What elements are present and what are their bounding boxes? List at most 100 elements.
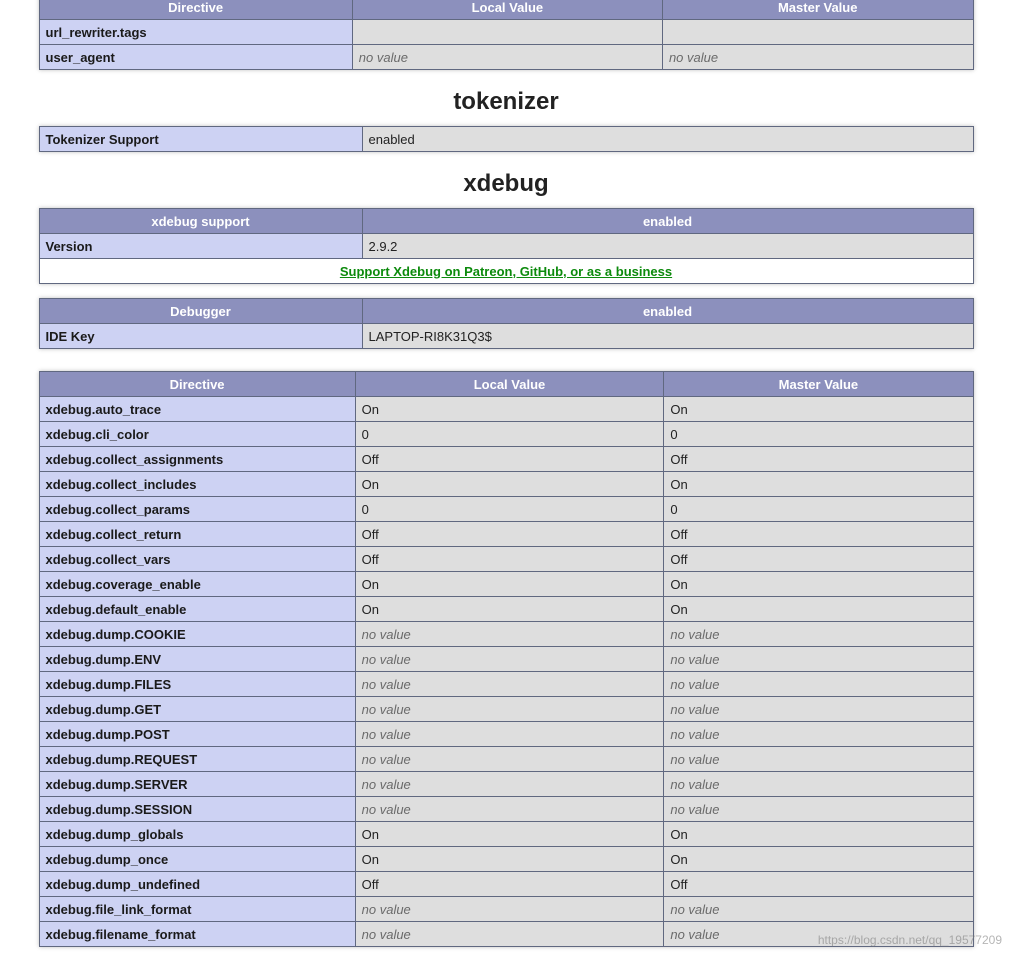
local-value-cell: On xyxy=(355,397,664,422)
local-value-cell: On xyxy=(355,847,664,872)
col-local: Local Value xyxy=(352,0,662,20)
directive-cell: user_agent xyxy=(39,45,352,70)
table-row: xdebug.collect_assignmentsOffOff xyxy=(39,447,973,472)
directive-cell: xdebug.collect_params xyxy=(39,497,355,522)
directive-cell: url_rewriter.tags xyxy=(39,20,352,45)
table-row: xdebug.collect_includesOnOn xyxy=(39,472,973,497)
directive-cell: xdebug.default_enable xyxy=(39,597,355,622)
local-value-cell: Off xyxy=(355,447,664,472)
directive-cell: xdebug.filename_format xyxy=(39,922,355,947)
table-row: xdebug.dump_undefinedOffOff xyxy=(39,872,973,897)
local-value-cell: no value xyxy=(352,45,662,70)
master-value-cell: no value xyxy=(664,922,973,947)
master-value-cell: no value xyxy=(664,897,973,922)
table-row: Tokenizer Supportenabled xyxy=(39,127,973,152)
table-row: xdebug.cli_color00 xyxy=(39,422,973,447)
table-row: Version2.9.2 xyxy=(39,234,973,259)
local-value-cell: no value xyxy=(355,797,664,822)
support-link-row: Support Xdebug on Patreon, GitHub, or as… xyxy=(39,259,973,284)
col-master: Master Value xyxy=(664,372,973,397)
table-row: xdebug.dump.POSTno valueno value xyxy=(39,722,973,747)
col-xdebug-enabled: enabled xyxy=(362,209,973,234)
master-value-cell: no value xyxy=(664,772,973,797)
local-value-cell: 0 xyxy=(355,497,664,522)
directive-cell: xdebug.dump.POST xyxy=(39,722,355,747)
table-row: xdebug.filename_formatno valueno value xyxy=(39,922,973,947)
local-value-cell: Off xyxy=(355,547,664,572)
local-value-cell: no value xyxy=(355,672,664,697)
table-row: xdebug.dump_onceOnOn xyxy=(39,847,973,872)
local-value-cell: On xyxy=(355,822,664,847)
local-value-cell: 0 xyxy=(355,422,664,447)
directive-cell: xdebug.dump.GET xyxy=(39,697,355,722)
value-cell: enabled xyxy=(362,127,973,152)
xdebug-support-table: xdebug support enabled Version2.9.2 Supp… xyxy=(39,208,974,284)
col-local: Local Value xyxy=(355,372,664,397)
table-row: IDE KeyLAPTOP-RI8K31Q3$ xyxy=(39,324,973,349)
master-value-cell: 0 xyxy=(664,497,973,522)
local-value-cell: On xyxy=(355,597,664,622)
directive-cell: xdebug.dump_globals xyxy=(39,822,355,847)
local-value-cell: On xyxy=(355,572,664,597)
col-master: Master Value xyxy=(662,0,973,20)
master-value-cell: no value xyxy=(664,672,973,697)
table-row: xdebug.default_enableOnOn xyxy=(39,597,973,622)
xdebug-debugger-table: Debugger enabled IDE KeyLAPTOP-RI8K31Q3$ xyxy=(39,298,974,349)
directive-cell: xdebug.dump_undefined xyxy=(39,872,355,897)
top-directive-table: Directive Local Value Master Value url_r… xyxy=(39,0,974,70)
local-value-cell: no value xyxy=(355,922,664,947)
value-cell: LAPTOP-RI8K31Q3$ xyxy=(362,324,973,349)
directive-cell: xdebug.dump.SESSION xyxy=(39,797,355,822)
local-value-cell: Off xyxy=(355,872,664,897)
table-row: url_rewriter.tags xyxy=(39,20,973,45)
col-xdebug-support: xdebug support xyxy=(39,209,362,234)
master-value-cell: On xyxy=(664,847,973,872)
support-xdebug-link[interactable]: Support Xdebug on Patreon, GitHub, or as… xyxy=(340,264,672,279)
support-link-cell: Support Xdebug on Patreon, GitHub, or as… xyxy=(39,259,973,284)
master-value-cell: Off xyxy=(664,447,973,472)
master-value-cell: On xyxy=(664,597,973,622)
table-row: xdebug.dump.FILESno valueno value xyxy=(39,672,973,697)
table-header-row: xdebug support enabled xyxy=(39,209,973,234)
master-value-cell: Off xyxy=(664,872,973,897)
local-value-cell: no value xyxy=(355,647,664,672)
master-value-cell: no value xyxy=(662,45,973,70)
tokenizer-table: Tokenizer Supportenabled xyxy=(39,126,974,152)
section-title-tokenizer: tokenizer xyxy=(19,88,994,116)
directive-cell: xdebug.coverage_enable xyxy=(39,572,355,597)
table-row: xdebug.collect_returnOffOff xyxy=(39,522,973,547)
table-row: xdebug.file_link_formatno valueno value xyxy=(39,897,973,922)
table-header-row: Directive Local Value Master Value xyxy=(39,0,973,20)
master-value-cell: no value xyxy=(664,647,973,672)
key-cell: Version xyxy=(39,234,362,259)
table-row: xdebug.dump.REQUESTno valueno value xyxy=(39,747,973,772)
master-value-cell: Off xyxy=(664,522,973,547)
directive-cell: xdebug.dump.REQUEST xyxy=(39,747,355,772)
master-value-cell xyxy=(662,20,973,45)
local-value-cell: no value xyxy=(355,722,664,747)
col-debugger: Debugger xyxy=(39,299,362,324)
table-row: xdebug.dump_globalsOnOn xyxy=(39,822,973,847)
local-value-cell xyxy=(352,20,662,45)
directive-cell: xdebug.dump.ENV xyxy=(39,647,355,672)
master-value-cell: On xyxy=(664,472,973,497)
table-row: xdebug.dump.SERVERno valueno value xyxy=(39,772,973,797)
value-cell: 2.9.2 xyxy=(362,234,973,259)
table-header-row: Directive Local Value Master Value xyxy=(39,372,973,397)
directive-cell: xdebug.collect_vars xyxy=(39,547,355,572)
local-value-cell: no value xyxy=(355,897,664,922)
directive-cell: xdebug.collect_assignments xyxy=(39,447,355,472)
table-row: xdebug.dump.SESSIONno valueno value xyxy=(39,797,973,822)
table-row: xdebug.auto_traceOnOn xyxy=(39,397,973,422)
table-row: user_agentno valueno value xyxy=(39,45,973,70)
section-title-xdebug: xdebug xyxy=(19,170,994,198)
master-value-cell: no value xyxy=(664,697,973,722)
col-directive: Directive xyxy=(39,0,352,20)
key-cell: IDE Key xyxy=(39,324,362,349)
directive-cell: xdebug.dump.FILES xyxy=(39,672,355,697)
table-row: xdebug.dump.GETno valueno value xyxy=(39,697,973,722)
table-row: xdebug.collect_params00 xyxy=(39,497,973,522)
table-row: xdebug.dump.ENVno valueno value xyxy=(39,647,973,672)
directive-cell: xdebug.dump_once xyxy=(39,847,355,872)
master-value-cell: Off xyxy=(664,547,973,572)
